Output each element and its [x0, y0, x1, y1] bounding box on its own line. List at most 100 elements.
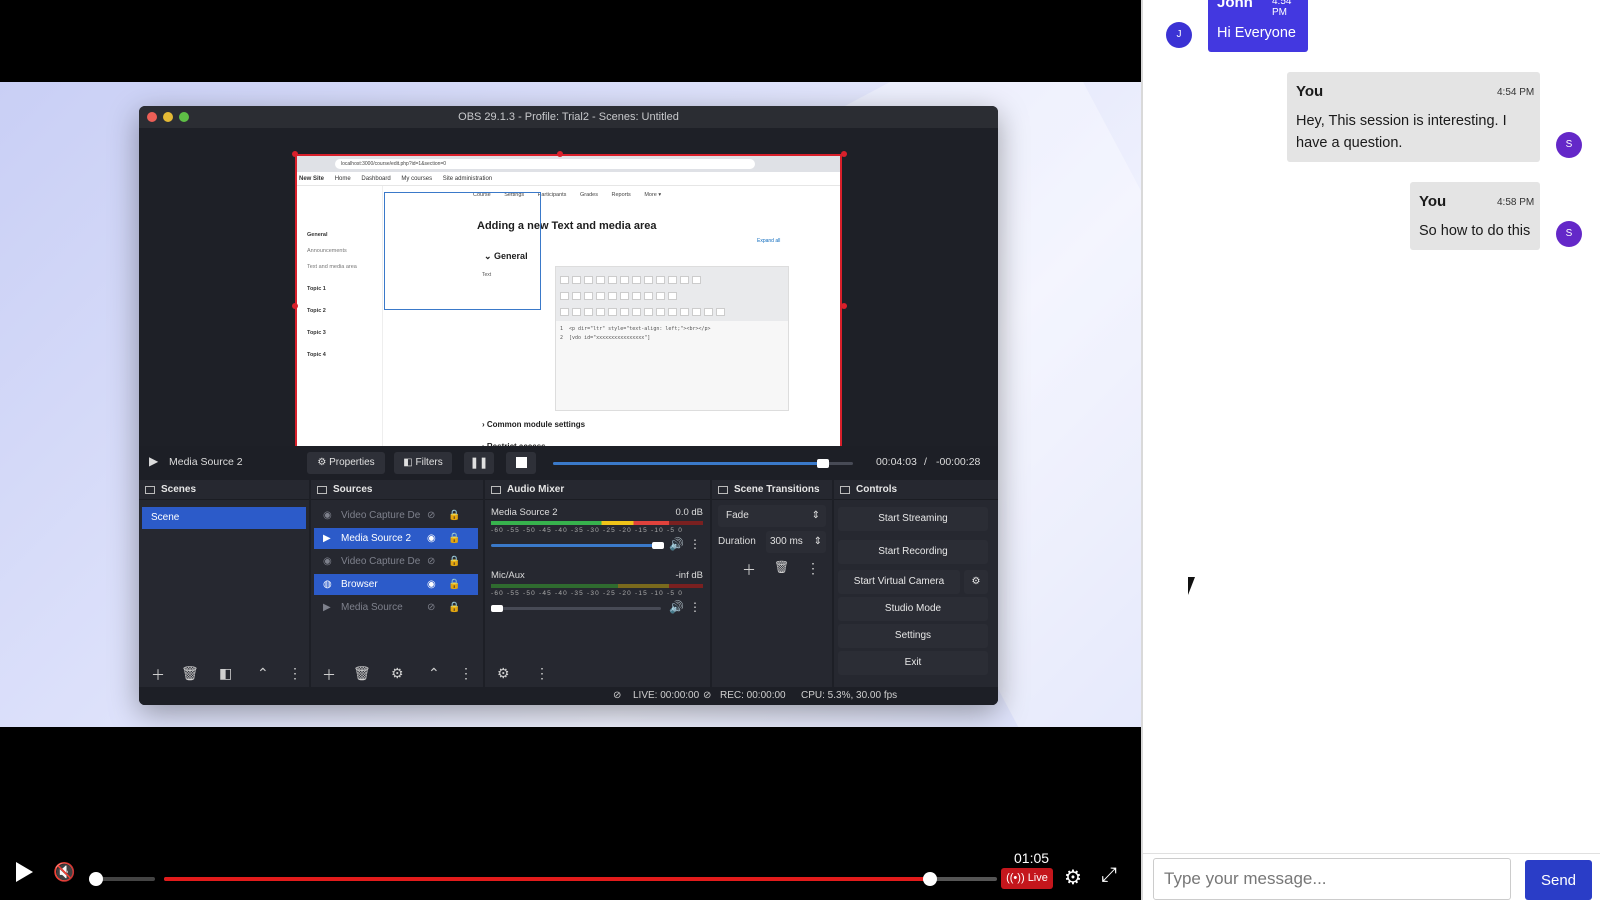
- eye-icon[interactable]: ◉: [427, 574, 436, 595]
- transform-handle[interactable]: [841, 151, 847, 157]
- obs-status-bar: ⊘ LIVE: 00:00:00 ⊘ REC: 00:00:00 CPU: 5.…: [139, 687, 998, 705]
- source-item[interactable]: ◉ Video Capture De ⊘ 🔒: [314, 551, 478, 572]
- scenes-dock-title: Scenes: [161, 484, 197, 495]
- play-icon: ▶: [323, 602, 331, 613]
- settings-button[interactable]: Settings: [838, 624, 988, 648]
- message-text: So how to do this: [1419, 223, 1531, 239]
- start-virtual-camera-button[interactable]: Start Virtual Camera: [838, 570, 960, 594]
- sources-toolbar: ＋ 🗑 ⚙ ⌃ ⋮: [311, 661, 483, 687]
- more-vertical-icon[interactable]: ⋮: [288, 665, 302, 682]
- preview-index-item: Topic 1: [307, 286, 326, 292]
- player-volume-slider[interactable]: [89, 872, 155, 886]
- lock-icon[interactable]: 🔒: [448, 574, 460, 595]
- message-time: 4:54 PM: [1272, 0, 1292, 18]
- stream-status-icon: ⊘: [613, 690, 622, 701]
- studio-mode-button[interactable]: Studio Mode: [838, 597, 988, 621]
- live-badge[interactable]: ((•)) Live: [1001, 868, 1053, 889]
- message-input[interactable]: [1153, 858, 1511, 900]
- source-label: Media Source: [341, 602, 403, 613]
- lock-icon[interactable]: 🔒: [448, 597, 460, 618]
- sources-dock-title: Sources: [333, 484, 373, 495]
- transform-handle[interactable]: [292, 303, 298, 309]
- gear-icon[interactable]: ⚙: [1064, 865, 1082, 890]
- speaker-icon[interactable]: 🔊: [669, 600, 684, 614]
- player-progress-bar[interactable]: [164, 872, 997, 886]
- fullscreen-icon[interactable]: ⤢: [1101, 864, 1117, 887]
- properties-button[interactable]: ⚙ Properties: [307, 452, 385, 474]
- chat-panel: J John 4:54 PM Hi Everyone You 4:54 PM H…: [1141, 0, 1600, 900]
- chat-message: You 4:54 PM Hey, This session is interes…: [1287, 72, 1540, 162]
- transition-type-select[interactable]: Fade ⇕: [718, 505, 826, 527]
- lock-icon[interactable]: 🔒: [448, 551, 460, 572]
- lock-icon[interactable]: 🔒: [448, 528, 460, 549]
- scenes-dock-header: Scenes: [139, 480, 309, 500]
- media-seek-slider[interactable]: [553, 459, 853, 468]
- more-vertical-icon[interactable]: ⋮: [806, 560, 820, 577]
- more-vertical-icon[interactable]: ⋮: [689, 600, 701, 614]
- media-seek-handle[interactable]: [817, 459, 829, 468]
- preview-url-bar: localhost:3000/course/edit.php?id=1&sect…: [335, 159, 755, 169]
- source-item[interactable]: ▶ Media Source ⊘ 🔒: [314, 597, 478, 618]
- transform-handle[interactable]: [841, 303, 847, 309]
- transform-handle[interactable]: [557, 151, 563, 157]
- start-streaming-button[interactable]: Start Streaming: [838, 507, 988, 531]
- start-recording-button[interactable]: Start Recording: [838, 540, 988, 564]
- gear-icon: ⚙: [971, 576, 981, 587]
- exit-button[interactable]: Exit: [838, 651, 988, 675]
- chevron-updown-icon: ⇕: [811, 510, 820, 521]
- volume-slider-handle[interactable]: [652, 542, 664, 549]
- add-icon[interactable]: ＋: [742, 560, 756, 580]
- scenes-dock: Scenes Scene ＋ 🗑 ◧ ⌃ ⋮: [139, 480, 309, 705]
- eye-icon[interactable]: ◉: [427, 528, 436, 549]
- eye-off-icon[interactable]: ⊘: [427, 551, 435, 572]
- chevron-up-icon[interactable]: ⌃: [428, 665, 440, 682]
- play-icon[interactable]: ▶: [149, 454, 158, 468]
- source-item[interactable]: ◉ Video Capture De ⊘ 🔒: [314, 505, 478, 526]
- trash-icon[interactable]: 🗑: [353, 665, 371, 682]
- preview-index-item: Topic 2: [307, 308, 326, 314]
- dock-icon: [317, 486, 327, 494]
- speaker-icon[interactable]: 🔊: [669, 537, 684, 551]
- filter-icon[interactable]: ◧: [219, 665, 232, 682]
- volume-slider[interactable]: [491, 605, 661, 612]
- mute-icon[interactable]: 🔇: [53, 860, 77, 884]
- volume-slider-handle[interactable]: [491, 605, 503, 612]
- stop-button[interactable]: [506, 452, 536, 474]
- avatar: S: [1556, 132, 1582, 158]
- trash-icon[interactable]: 🗑: [774, 560, 789, 574]
- video-player[interactable]: OBS 29.1.3 - Profile: Trial2 - Scenes: U…: [0, 0, 1141, 900]
- trash-icon[interactable]: 🗑: [181, 665, 199, 682]
- properties-label: Properties: [329, 457, 375, 468]
- eye-off-icon[interactable]: ⊘: [427, 505, 435, 526]
- chevron-up-icon[interactable]: ⌃: [257, 665, 269, 682]
- more-vertical-icon[interactable]: ⋮: [689, 537, 701, 551]
- send-button[interactable]: Send: [1525, 860, 1592, 900]
- virtual-camera-settings-button[interactable]: ⚙: [964, 570, 988, 594]
- transitions-header: Scene Transitions: [712, 480, 832, 500]
- more-vertical-icon[interactable]: ⋮: [535, 665, 549, 682]
- transition-type-value: Fade: [726, 510, 749, 521]
- stop-icon: [515, 456, 527, 468]
- transform-handle[interactable]: [292, 151, 298, 157]
- player-progress-handle[interactable]: [923, 872, 938, 886]
- live-timer: LIVE: 00:00:00: [633, 690, 700, 701]
- play-icon[interactable]: [16, 862, 33, 882]
- add-icon[interactable]: ＋: [151, 665, 165, 685]
- scene-item[interactable]: Scene: [142, 507, 306, 529]
- volume-slider[interactable]: [491, 542, 664, 549]
- eye-off-icon[interactable]: ⊘: [427, 597, 435, 618]
- media-remaining: -00:00:28: [936, 456, 981, 468]
- more-vertical-icon[interactable]: ⋮: [459, 665, 473, 682]
- app-root: OBS 29.1.3 - Profile: Trial2 - Scenes: U…: [0, 0, 1600, 900]
- duration-input[interactable]: 300 ms ⇕: [766, 531, 826, 553]
- gear-icon[interactable]: ⚙: [497, 665, 510, 682]
- lock-icon[interactable]: 🔒: [448, 505, 460, 526]
- preview-editor-toolbar: [556, 267, 788, 321]
- player-volume-handle[interactable]: [89, 872, 103, 886]
- pause-button[interactable]: ❚❚: [464, 452, 494, 474]
- add-icon[interactable]: ＋: [322, 665, 336, 685]
- source-item[interactable]: ◍ Browser ◉ 🔒: [314, 574, 478, 595]
- gear-icon[interactable]: ⚙: [391, 665, 404, 682]
- filters-button[interactable]: ◧ Filters: [394, 452, 452, 474]
- source-item[interactable]: ▶ Media Source 2 ◉ 🔒: [314, 528, 478, 549]
